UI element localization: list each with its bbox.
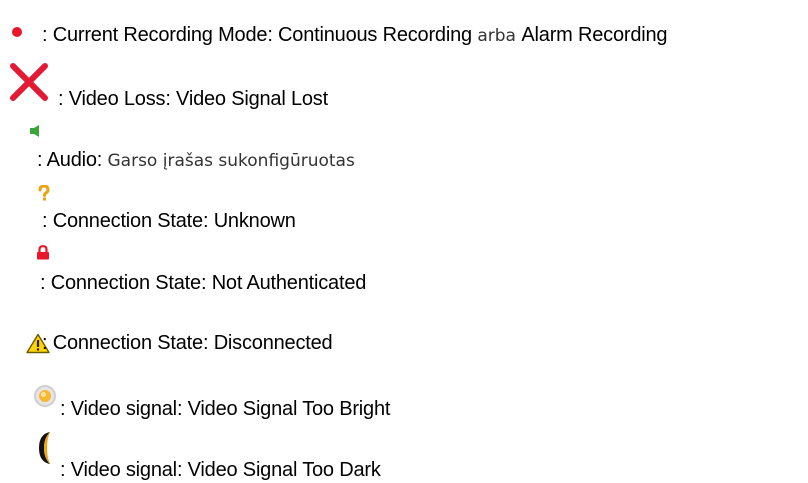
entry-value: Disconnected <box>213 332 333 354</box>
entry-value: Continuous Recording <box>278 24 472 46</box>
moon-icon <box>39 432 50 464</box>
legend-entry-video-too-bright: : Video signal: Video Signal Too Bright <box>60 398 391 420</box>
entry-value: Not Authenticated <box>211 272 367 294</box>
legend-entry-recording-mode: : Current Recording Mode: Continuous Rec… <box>42 24 668 46</box>
entry-value: Video Signal Lost <box>176 88 328 110</box>
entry-label: Connection State <box>52 332 203 354</box>
entry-value: Unknown <box>213 210 296 232</box>
legend-entry-video-too-dark: : Video signal: Video Signal Too Dark <box>60 459 381 481</box>
entry-joiner: arba <box>471 26 522 46</box>
entry-value-2: Alarm Recording <box>521 24 668 46</box>
video-loss-cross-icon <box>10 63 48 101</box>
entry-label: Video signal <box>70 459 177 481</box>
recording-dot-icon <box>12 27 22 37</box>
legend-entry-connection-not-authenticated: : Connection State: Not Authenticated <box>40 272 367 294</box>
entry-value: Video Signal Too Dark <box>187 459 381 481</box>
speaker-icon <box>30 125 39 137</box>
entry-value: Video Signal Too Bright <box>187 398 391 420</box>
legend-entry-video-loss: : Video Loss: Video Signal Lost <box>58 88 328 110</box>
sun-icon <box>34 385 56 407</box>
entry-value: Garso įrašas sukonfigūruotas <box>107 151 355 171</box>
entry-label: Video signal <box>70 398 177 420</box>
legend-entry-connection-unknown: : Connection State: Unknown <box>42 210 296 232</box>
lock-icon <box>37 245 49 260</box>
entry-label: Audio <box>46 149 97 171</box>
entry-label: Current Recording Mode <box>52 24 268 46</box>
entry-label: Connection State <box>50 272 201 294</box>
question-mark-icon <box>38 185 50 201</box>
entry-label: Connection State <box>52 210 203 232</box>
legend-entry-audio: : Audio: Garso įrašas sukonfigūruotas <box>37 149 355 171</box>
entry-label: Video Loss <box>68 88 166 110</box>
legend-entry-connection-disconnected: : Connection State: Disconnected <box>42 332 333 354</box>
